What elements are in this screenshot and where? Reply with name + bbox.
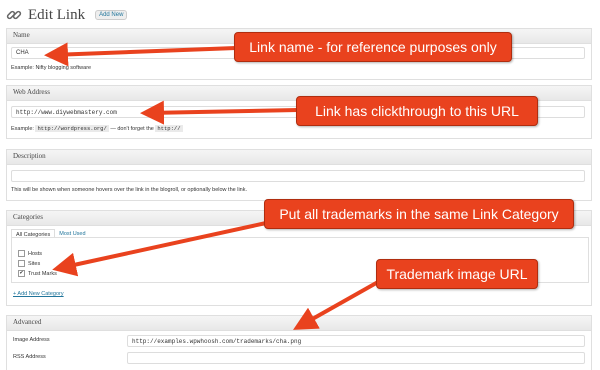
callout-categories: Put all trademarks in the same Link Cate…	[264, 199, 574, 229]
arrow-image	[293, 280, 379, 330]
callout-image: Trademark image URL	[376, 259, 538, 289]
callout-web-address: Link has clickthrough to this URL	[296, 96, 538, 126]
arrow-categories	[52, 221, 267, 277]
arrow-name	[44, 42, 237, 67]
callout-name: Link name - for reference purposes only	[234, 32, 512, 62]
arrow-web-address	[140, 100, 299, 125]
